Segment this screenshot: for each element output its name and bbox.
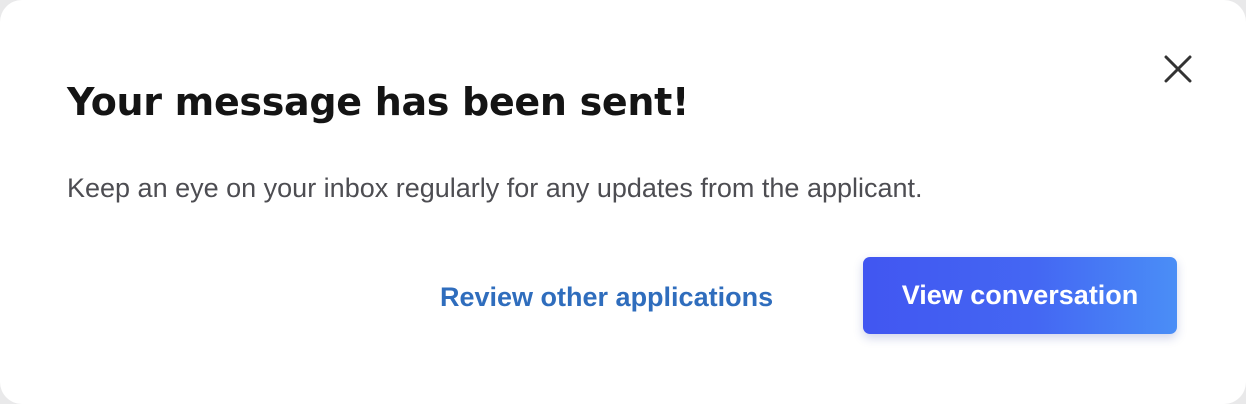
dialog-title: Your message has been sent! xyxy=(67,80,690,124)
close-button[interactable] xyxy=(1158,49,1198,89)
review-other-applications-button[interactable]: Review other applications xyxy=(440,274,773,320)
close-icon xyxy=(1164,55,1192,83)
message-sent-dialog: Your message has been sent! Keep an eye … xyxy=(0,0,1246,404)
view-conversation-button[interactable]: View conversation xyxy=(863,257,1177,334)
dialog-message: Keep an eye on your inbox regularly for … xyxy=(67,173,923,203)
